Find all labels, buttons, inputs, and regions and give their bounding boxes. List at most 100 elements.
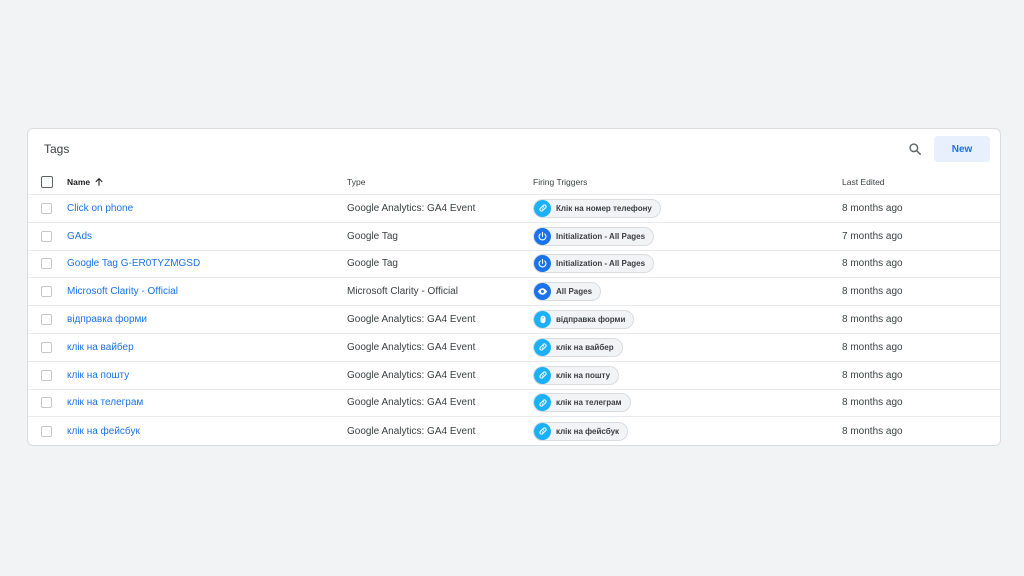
- trigger-cell: відправка форми: [533, 306, 635, 333]
- trigger-label: клік на пошту: [556, 370, 611, 380]
- search-icon[interactable]: [905, 139, 925, 159]
- row-checkbox-cell: [41, 278, 55, 305]
- column-header-name[interactable]: Name: [67, 169, 104, 194]
- table-row: Click on phone Google Analytics: GA4 Eve…: [28, 195, 1000, 223]
- tag-name-link[interactable]: клік на вайбер: [67, 342, 134, 353]
- row-checkbox[interactable]: [41, 286, 52, 298]
- last-edited: 8 months ago: [842, 397, 903, 409]
- trigger-chip[interactable]: Initialization - All Pages: [533, 226, 655, 246]
- tag-type: Microsoft Clarity - Official: [347, 286, 458, 298]
- power-icon: [534, 227, 551, 245]
- tag-name-cell: відправка форми: [67, 306, 147, 333]
- trigger-cell: клік на вайбер: [533, 334, 623, 361]
- form-submit-icon: [534, 311, 551, 329]
- last-edited: 8 months ago: [842, 202, 903, 214]
- tag-name-link[interactable]: Microsoft Clarity - Official: [67, 286, 178, 297]
- last-edited: 8 months ago: [842, 286, 903, 298]
- tag-name-cell: Google Tag G-ER0TYZMGSD: [67, 251, 200, 278]
- row-checkbox-cell: [41, 251, 55, 278]
- tag-type: Google Analytics: GA4 Event: [347, 341, 476, 353]
- trigger-chip[interactable]: відправка форми: [533, 310, 635, 330]
- row-checkbox-cell: [41, 195, 55, 222]
- table-row: клік на фейсбук Google Analytics: GA4 Ev…: [28, 417, 1000, 445]
- tag-type: Google Analytics: GA4 Event: [347, 397, 476, 409]
- card-header: Tags New: [28, 129, 1000, 169]
- row-checkbox[interactable]: [41, 258, 52, 270]
- tag-name-link[interactable]: відправка форми: [67, 314, 147, 325]
- last-edited: 8 months ago: [842, 369, 903, 381]
- table-row: клік на телеграм Google Analytics: GA4 E…: [28, 390, 1000, 418]
- trigger-chip[interactable]: Клік на номер телефону: [533, 198, 661, 218]
- tag-name-link[interactable]: клік на телеграм: [67, 397, 143, 408]
- trigger-label: клік на вайбер: [556, 342, 614, 352]
- tag-type: Google Analytics: GA4 Event: [347, 369, 476, 381]
- tag-name-cell: клік на фейсбук: [67, 417, 140, 445]
- row-checkbox[interactable]: [41, 314, 52, 326]
- trigger-label: Initialization - All Pages: [556, 259, 646, 269]
- trigger-label: клік на фейсбук: [556, 426, 620, 436]
- trigger-chip[interactable]: клік на телеграм: [533, 393, 631, 413]
- link-icon: [534, 199, 551, 217]
- new-button[interactable]: New: [934, 136, 990, 162]
- trigger-chip[interactable]: All Pages: [533, 282, 602, 302]
- tags-table: Name Type Firing Triggers Last Edited Cl…: [28, 169, 1000, 445]
- row-checkbox-cell: [41, 223, 55, 250]
- tag-name-cell: клік на вайбер: [67, 334, 134, 361]
- trigger-cell: Initialization - All Pages: [533, 251, 655, 278]
- table-row: Microsoft Clarity - Official Microsoft C…: [28, 278, 1000, 307]
- last-edited: 8 months ago: [842, 341, 903, 353]
- trigger-label: Initialization - All Pages: [556, 231, 646, 241]
- trigger-chip[interactable]: клік на фейсбук: [533, 421, 629, 441]
- table-row: клік на вайбер Google Analytics: GA4 Eve…: [28, 334, 1000, 362]
- last-edited: 8 months ago: [842, 258, 903, 270]
- tags-card: Tags New Name Type Firing Triggers Last …: [27, 128, 1001, 446]
- trigger-cell: All Pages: [533, 278, 602, 305]
- tag-type: Google Analytics: GA4 Event: [347, 425, 476, 437]
- trigger-chip[interactable]: клік на вайбер: [533, 337, 623, 357]
- tag-type: Google Tag: [347, 258, 398, 270]
- trigger-cell: Клік на номер телефону: [533, 195, 661, 222]
- tag-name-link[interactable]: Google Tag G-ER0TYZMGSD: [67, 258, 200, 269]
- last-edited: 8 months ago: [842, 314, 903, 326]
- tag-name-link[interactable]: клік на пошту: [67, 370, 129, 381]
- tag-name-cell: Click on phone: [67, 195, 133, 222]
- row-checkbox[interactable]: [41, 397, 52, 409]
- row-checkbox[interactable]: [41, 369, 52, 381]
- column-header-type[interactable]: Type: [347, 169, 365, 194]
- link-icon: [534, 394, 551, 412]
- select-all-checkbox-cell: [41, 169, 55, 194]
- table-row: Google Tag G-ER0TYZMGSD Google Tag Initi…: [28, 251, 1000, 279]
- trigger-label: Клік на номер телефону: [556, 203, 652, 213]
- row-checkbox-cell: [41, 334, 55, 361]
- tag-name-cell: клік на пошту: [67, 362, 129, 389]
- trigger-cell: клік на фейсбук: [533, 417, 629, 445]
- link-icon: [534, 366, 551, 384]
- row-checkbox[interactable]: [41, 341, 52, 353]
- select-all-checkbox[interactable]: [41, 175, 53, 188]
- row-checkbox[interactable]: [41, 230, 52, 242]
- row-checkbox-cell: [41, 306, 55, 333]
- tag-name-link[interactable]: GAds: [67, 231, 92, 242]
- row-checkbox[interactable]: [41, 425, 52, 437]
- column-name-label: Name: [67, 176, 91, 187]
- table-row: клік на пошту Google Analytics: GA4 Even…: [28, 362, 1000, 390]
- trigger-label: відправка форми: [556, 315, 626, 325]
- column-header-triggers[interactable]: Firing Triggers: [533, 169, 587, 194]
- tag-type: Google Analytics: GA4 Event: [347, 314, 476, 326]
- row-checkbox[interactable]: [41, 202, 52, 214]
- tag-name-link[interactable]: клік на фейсбук: [67, 426, 140, 437]
- row-checkbox-cell: [41, 390, 55, 417]
- trigger-label: клік на телеграм: [556, 398, 622, 408]
- last-edited: 7 months ago: [842, 230, 903, 242]
- trigger-chip[interactable]: клік на пошту: [533, 365, 620, 385]
- link-icon: [534, 338, 551, 356]
- tag-name-link[interactable]: Click on phone: [67, 203, 133, 214]
- column-header-edited[interactable]: Last Edited: [842, 169, 885, 194]
- table-row: GAds Google Tag Initialization - All Pag…: [28, 223, 1000, 251]
- last-edited: 8 months ago: [842, 425, 903, 437]
- tag-name-cell: Microsoft Clarity - Official: [67, 278, 178, 305]
- tag-type: Google Tag: [347, 230, 398, 242]
- trigger-chip[interactable]: Initialization - All Pages: [533, 254, 655, 274]
- trigger-label: All Pages: [556, 287, 593, 297]
- table-header: Name Type Firing Triggers Last Edited: [28, 169, 1000, 195]
